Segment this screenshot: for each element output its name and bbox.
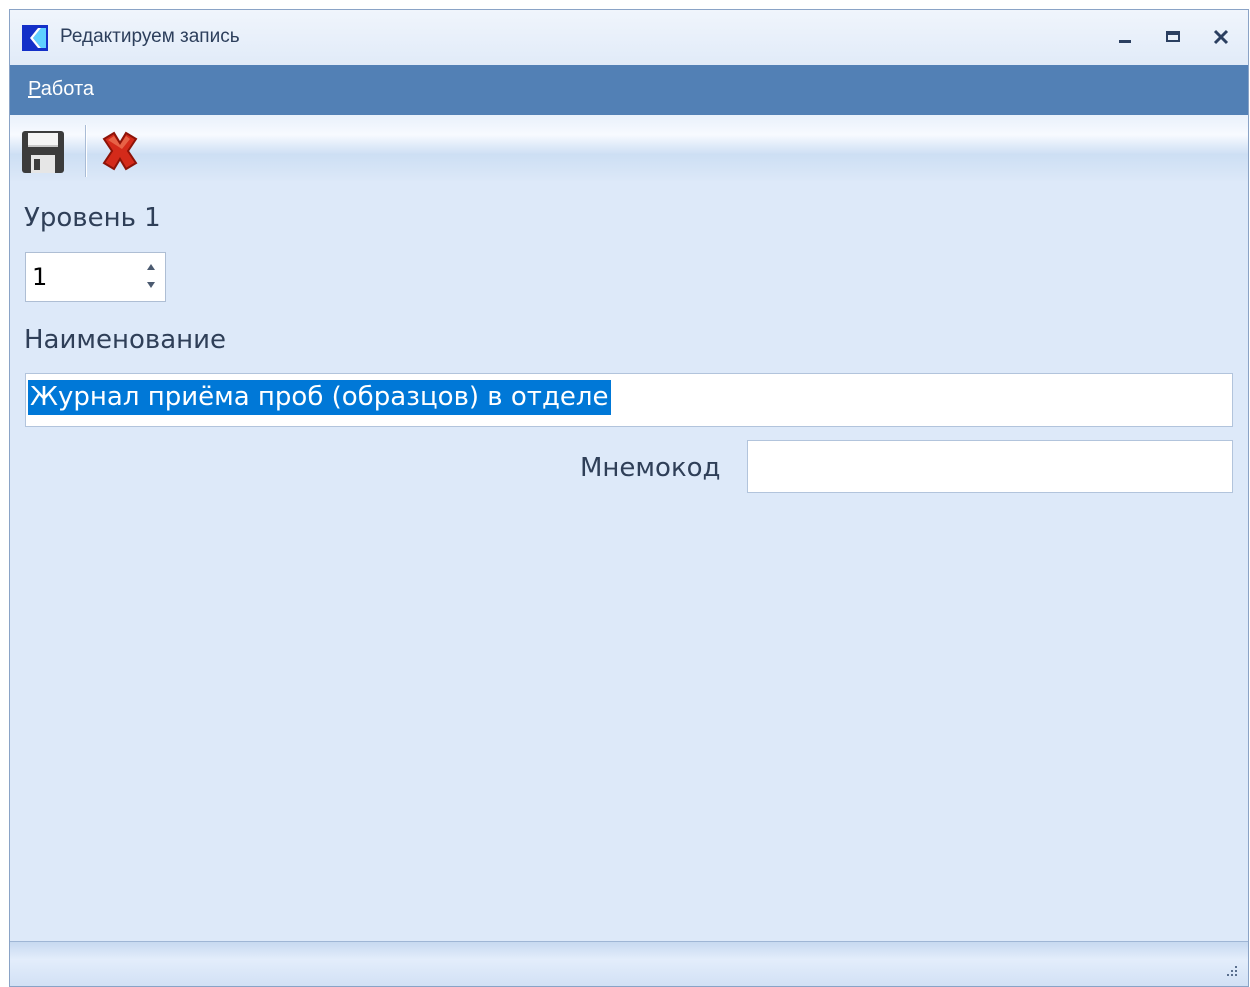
resize-grip-icon[interactable] — [1224, 964, 1238, 978]
maximize-button[interactable] — [1155, 20, 1191, 54]
floppy-disk-save-icon — [22, 131, 64, 173]
caret-up-icon — [147, 264, 155, 270]
mnemocode-input[interactable] — [747, 440, 1233, 493]
level-spinner[interactable]: 1 — [25, 252, 166, 302]
minimize-icon — [1119, 40, 1131, 43]
menu-item-label: абота — [40, 78, 95, 100]
mnemocode-label: Мнемокод — [580, 453, 721, 483]
caret-down-icon — [147, 282, 155, 288]
toolbar — [10, 115, 1248, 181]
red-x-cancel-icon — [102, 131, 138, 171]
window-title: Редактируем запись — [60, 26, 240, 47]
name-label: Наименование — [24, 325, 227, 355]
app-icon — [22, 25, 48, 51]
title-bar[interactable]: Редактируем запись — [10, 10, 1248, 65]
name-input[interactable]: Журнал приёма проб (образцов) в отделе — [25, 373, 1233, 427]
cancel-button[interactable] — [96, 129, 146, 177]
menu-item-rabota[interactable]: Работа — [28, 78, 94, 101]
toolbar-separator — [85, 125, 86, 177]
maximize-icon — [1166, 31, 1180, 42]
menu-item-accelerator: Р — [28, 78, 41, 100]
status-bar — [10, 941, 1248, 986]
name-input-selected-text: Журнал приёма проб (образцов) в отделе — [28, 380, 611, 415]
spin-up-button[interactable] — [145, 261, 157, 275]
level-spinner-value[interactable]: 1 — [32, 263, 47, 291]
spin-down-button[interactable] — [145, 279, 157, 293]
menu-bar: Работа — [10, 65, 1248, 115]
minimize-button[interactable] — [1107, 20, 1143, 54]
save-button[interactable] — [20, 129, 70, 177]
close-button[interactable] — [1203, 20, 1239, 54]
edit-record-window: Редактируем запись Работа Уровень 1 1 На… — [9, 9, 1249, 987]
close-icon — [1213, 29, 1229, 45]
form-area: Уровень 1 1 Наименование Журнал приёма п… — [10, 181, 1248, 942]
level-label: Уровень 1 — [24, 203, 161, 233]
